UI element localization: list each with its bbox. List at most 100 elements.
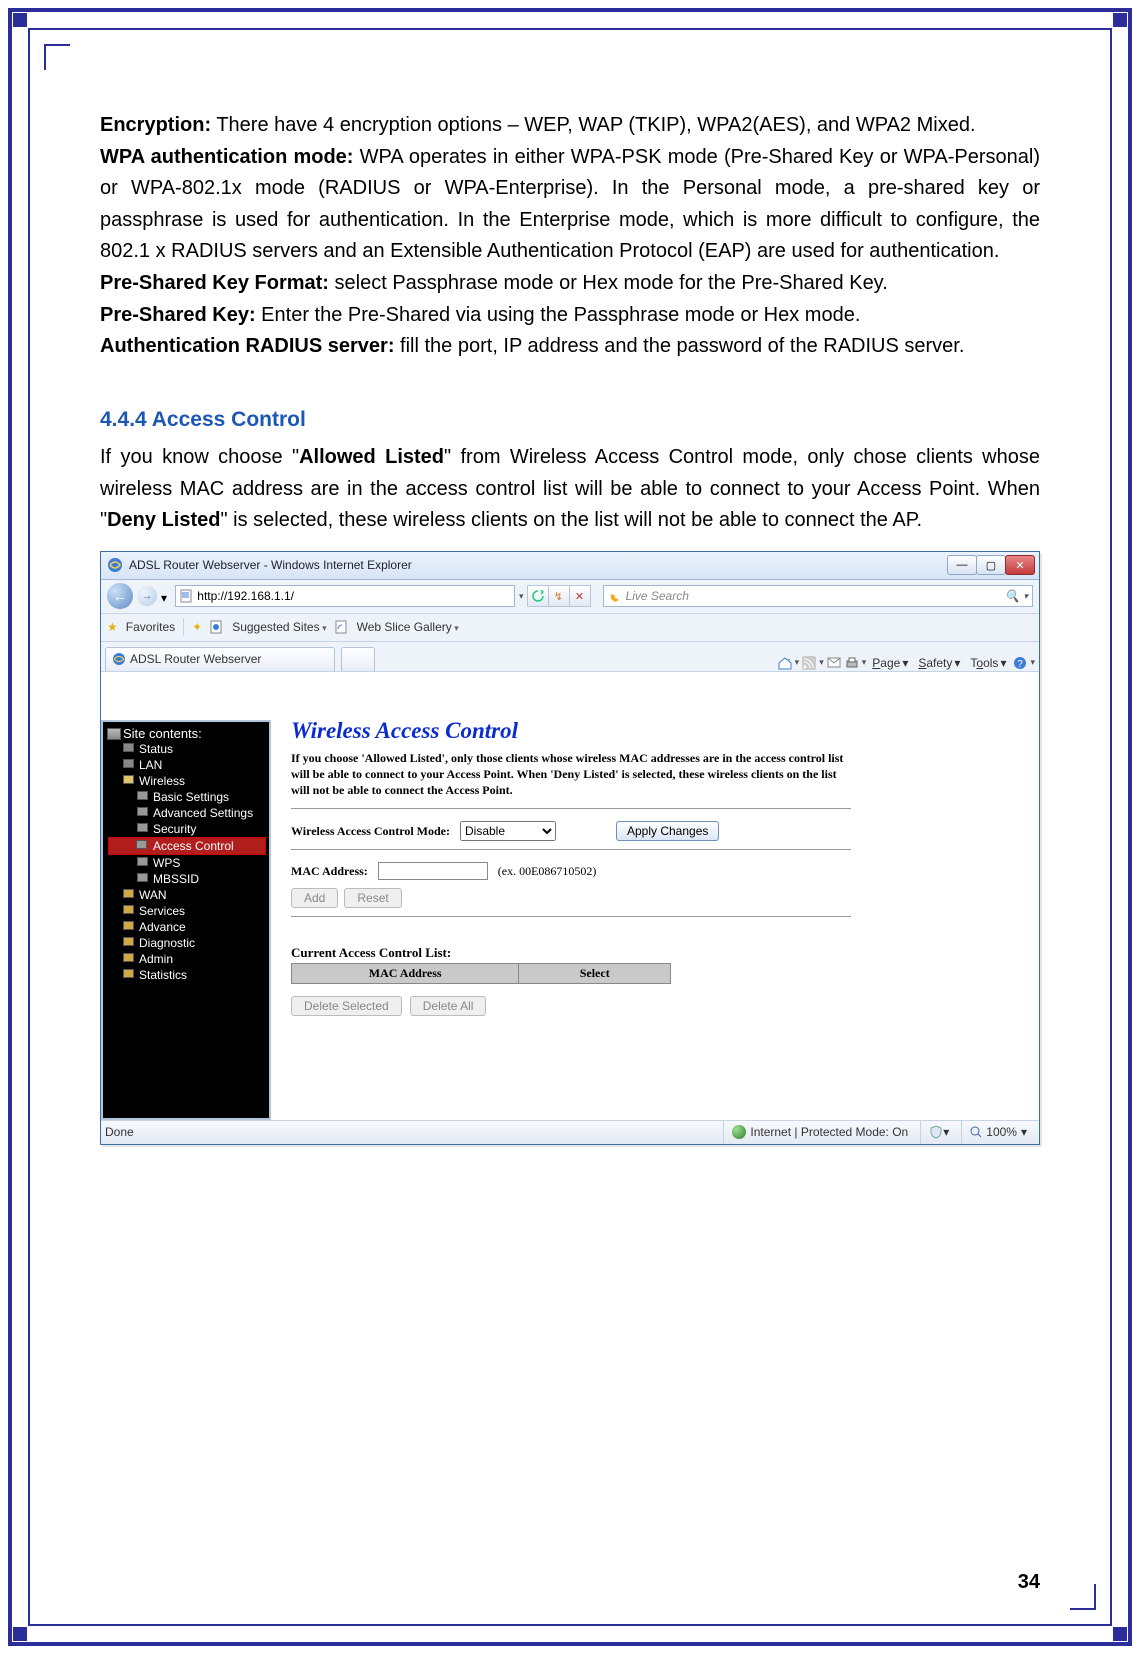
web-slice-gallery[interactable]: Web Slice Gallery — [357, 620, 459, 634]
sidebar-item-label: MBSSID — [153, 872, 199, 886]
nav-history-dropdown[interactable]: ▾ — [161, 591, 171, 601]
main-panel: Wireless Access Control If you choose 'A… — [271, 672, 1039, 1120]
apply-changes-button[interactable]: Apply Changes — [616, 821, 719, 841]
sidebar-item-label: Admin — [139, 952, 173, 966]
psk-text: Enter the Pre-Shared via using the Passp… — [256, 304, 861, 326]
folder-icon — [123, 905, 134, 914]
home-icon[interactable] — [777, 655, 793, 671]
add-button[interactable]: Add — [291, 888, 338, 908]
sidebar-item-services[interactable]: Services — [109, 903, 265, 919]
search-box[interactable]: Live Search 🔍 ▾ — [603, 585, 1033, 607]
page-icon — [137, 823, 148, 832]
protected-mode-icon[interactable]: ▾ — [920, 1121, 957, 1144]
stop-button[interactable]: ✕ — [569, 585, 591, 607]
sidebar-item-label: Wireless — [139, 774, 185, 788]
safety-menu[interactable]: Safety▾ — [914, 656, 964, 670]
fav-quick-icon[interactable]: ✦ — [192, 620, 202, 634]
forward-button[interactable]: → — [137, 586, 157, 606]
encryption-label: Encryption: — [100, 114, 211, 136]
folder-icon — [123, 921, 134, 930]
sidebar-item-access-control[interactable]: Access Control — [108, 837, 266, 855]
folder-icon — [123, 969, 134, 978]
browser-window: ADSL Router Webserver - Windows Internet… — [100, 551, 1040, 1145]
minimize-button[interactable]: — — [947, 555, 977, 575]
favorites-label[interactable]: Favorites — [126, 620, 175, 634]
delete-all-button[interactable]: Delete All — [410, 996, 487, 1016]
favorites-bar: ★ Favorites ✦ Suggested Sites Web Slice … — [101, 614, 1039, 642]
psk-label: Pre-Shared Key: — [100, 304, 256, 326]
page-menu[interactable]: Page▾ — [868, 656, 912, 670]
svg-text:?: ? — [1018, 659, 1024, 670]
status-bar: Done Internet | Protected Mode: On ▾ 100… — [101, 1120, 1039, 1144]
sidebar-item-diagnostic[interactable]: Diagnostic — [109, 935, 265, 951]
radius-label: Authentication RADIUS server: — [100, 335, 395, 357]
search-dropdown-icon[interactable]: ▾ — [1023, 591, 1028, 602]
back-button[interactable]: ← — [107, 583, 133, 609]
webslice-icon — [335, 620, 349, 634]
close-button[interactable]: ✕ — [1005, 555, 1035, 575]
mail-icon[interactable] — [826, 655, 842, 671]
maximize-button[interactable]: ▢ — [976, 555, 1006, 575]
zoom-control[interactable]: 100%▾ — [961, 1121, 1035, 1144]
tab-active[interactable]: ADSL Router Webserver — [105, 647, 335, 671]
acl-table: MAC Address Select — [291, 963, 671, 984]
ac-intro-1: If you know choose " — [100, 446, 299, 468]
search-placeholder: Live Search — [626, 589, 689, 603]
sidebar-item-status[interactable]: Status — [109, 741, 265, 757]
ie-icon — [112, 652, 126, 666]
radius-text: fill the port, IP address and the passwo… — [395, 335, 965, 357]
sidebar-item-advanced-settings[interactable]: Advanced Settings — [109, 805, 265, 821]
sidebar-item-wan[interactable]: WAN — [109, 887, 265, 903]
sidebar-item-wps[interactable]: WPS — [109, 855, 265, 871]
reset-button[interactable]: Reset — [344, 888, 401, 908]
ie-icon — [107, 557, 123, 573]
sidebar-item-mbssid[interactable]: MBSSID — [109, 871, 265, 887]
mode-select[interactable]: Disable — [460, 821, 556, 841]
panel-heading: Wireless Access Control — [291, 718, 1023, 744]
address-bar[interactable] — [175, 585, 515, 607]
feeds-icon[interactable] — [801, 655, 817, 671]
ac-intro-bold1: Allowed Listed — [299, 446, 444, 468]
folder-icon — [123, 953, 134, 962]
delete-selected-button[interactable]: Delete Selected — [291, 996, 402, 1016]
panel-desc: If you choose 'Allowed Listed', only tho… — [291, 750, 851, 799]
compat-view-button[interactable]: ↯ — [548, 585, 570, 607]
titlebar: ADSL Router Webserver - Windows Internet… — [101, 552, 1039, 580]
pskf-label: Pre-Shared Key Format: — [100, 272, 329, 294]
mac-input[interactable] — [378, 862, 488, 880]
tools-menu[interactable]: Tools▾ — [966, 656, 1010, 670]
suggested-sites-icon — [210, 620, 224, 634]
sidebar-item-label: LAN — [139, 758, 162, 772]
sidebar-item-security[interactable]: Security — [109, 821, 265, 837]
sidebar-item-label: Access Control — [153, 839, 234, 853]
new-tab-button[interactable] — [341, 647, 375, 671]
sidebar-item-admin[interactable]: Admin — [109, 951, 265, 967]
search-provider-icon — [608, 589, 622, 603]
document-body: Encryption: There have 4 encryption opti… — [100, 110, 1040, 537]
refresh-button[interactable] — [527, 585, 549, 607]
search-go-icon[interactable]: 🔍 — [1005, 589, 1020, 603]
url-input[interactable] — [197, 589, 510, 603]
address-dropdown[interactable]: ▾ — [519, 591, 524, 602]
sidebar-item-basic-settings[interactable]: Basic Settings — [109, 789, 265, 805]
ac-intro-3: " is selected, these wireless clients on… — [220, 509, 922, 531]
suggested-sites[interactable]: Suggested Sites — [232, 620, 326, 634]
sidebar-item-wireless[interactable]: Wireless — [109, 773, 265, 789]
sidebar-item-label: Services — [139, 904, 185, 918]
favorites-star-icon[interactable]: ★ — [107, 620, 118, 634]
globe-icon — [732, 1125, 746, 1139]
mode-label: Wireless Access Control Mode: — [291, 824, 450, 839]
sidebar-item-advance[interactable]: Advance — [109, 919, 265, 935]
col-select: Select — [519, 964, 671, 984]
print-icon[interactable] — [844, 655, 860, 671]
status-done: Done — [105, 1125, 134, 1139]
sidebar-item-label: Diagnostic — [139, 936, 195, 950]
page-icon — [123, 759, 134, 768]
sidebar-item-lan[interactable]: LAN — [109, 757, 265, 773]
sidebar-title: Site contents: — [107, 726, 265, 741]
page-icon — [180, 589, 193, 603]
page-icon — [136, 840, 147, 849]
status-zone: Internet | Protected Mode: On — [750, 1125, 908, 1139]
sidebar-item-statistics[interactable]: Statistics — [109, 967, 265, 983]
help-icon[interactable]: ? — [1012, 655, 1028, 671]
